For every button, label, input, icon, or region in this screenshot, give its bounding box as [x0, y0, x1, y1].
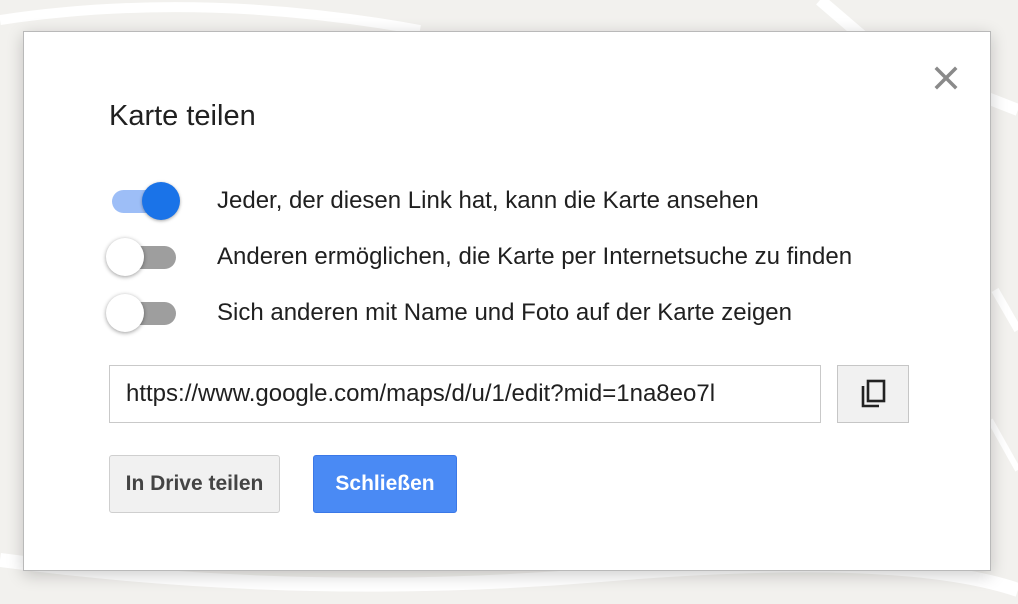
- share-in-drive-button[interactable]: In Drive teilen: [109, 455, 280, 513]
- option-row-web-search: Anderen ermöglichen, die Karte per Inter…: [104, 237, 944, 277]
- toggle-knob: [142, 182, 180, 220]
- share-map-dialog: Karte teilen Jeder, der diesen Link hat,…: [23, 31, 991, 571]
- link-view-label: Jeder, der diesen Link hat, kann die Kar…: [217, 187, 759, 214]
- show-profile-toggle[interactable]: [104, 293, 178, 333]
- web-search-toggle[interactable]: [104, 237, 178, 277]
- copy-icon: [861, 379, 886, 408]
- option-row-link-view: Jeder, der diesen Link hat, kann die Kar…: [104, 181, 944, 221]
- link-view-toggle[interactable]: [104, 181, 180, 221]
- close-icon: [934, 66, 958, 90]
- dialog-title: Karte teilen: [109, 100, 256, 132]
- close-dialog-button[interactable]: [932, 64, 960, 92]
- share-link-input[interactable]: [109, 365, 821, 423]
- close-button[interactable]: Schließen: [313, 455, 457, 513]
- option-row-show-profile: Sich anderen mit Name und Foto auf der K…: [104, 293, 944, 333]
- toggle-knob: [106, 294, 144, 332]
- web-search-label: Anderen ermöglichen, die Karte per Inter…: [217, 243, 853, 270]
- toggle-knob: [106, 238, 144, 276]
- copy-link-button[interactable]: [837, 365, 909, 423]
- show-profile-label: Sich anderen mit Name und Foto auf der K…: [217, 299, 792, 326]
